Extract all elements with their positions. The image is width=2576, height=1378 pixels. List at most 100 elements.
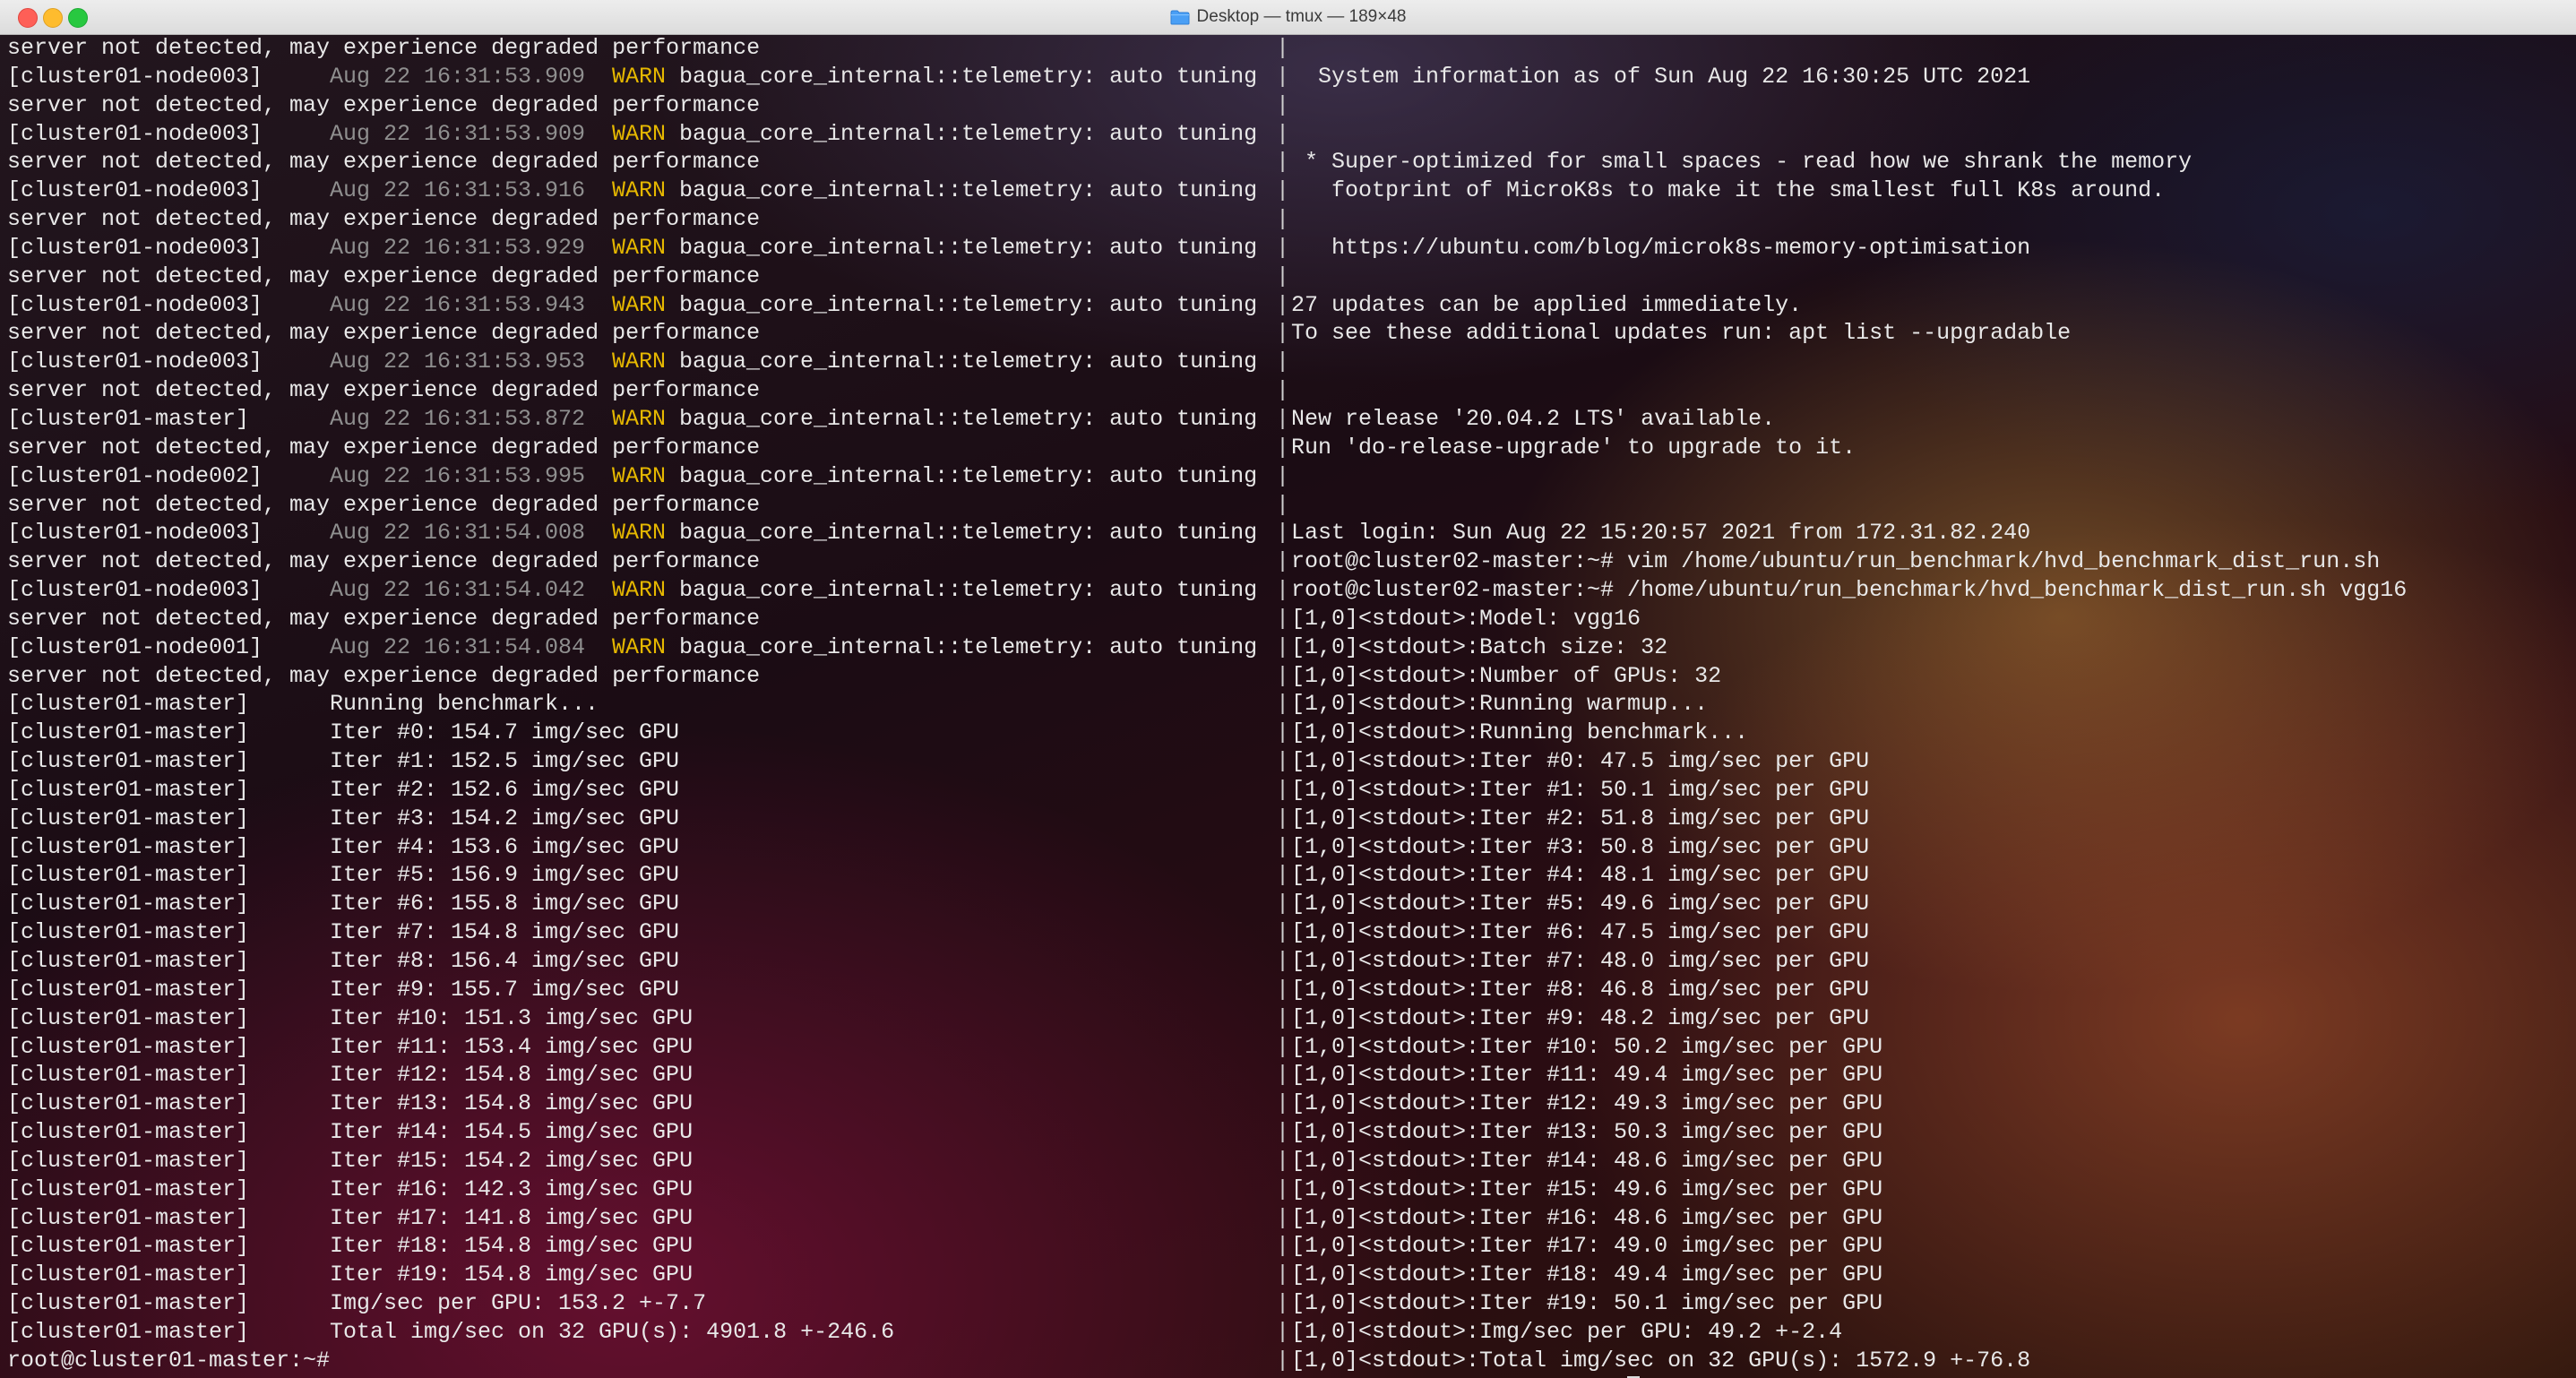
benchmark-line: [cluster01-master] Iter #1: 152.5 img/sec… <box>7 747 1274 776</box>
output-line: [1,0]<stdout>:Iter #10: 50.2 img/sec per… <box>1291 1033 2572 1062</box>
log-message: server not detected, may experience degr… <box>7 548 761 575</box>
node-tag: [cluster01-node003] <box>7 520 263 547</box>
benchmark-line: [cluster01-master] Iter #12: 154.8 img/se… <box>7 1061 1274 1089</box>
log-line: server not detected, may experience degr… <box>7 148 1274 177</box>
node-tag: [cluster01-node003] <box>7 234 263 261</box>
benchmark-text: Iter #8: 156.4 img/sec GPU <box>330 948 680 974</box>
prompt-line[interactable]: root@cluster01-master:~# <box>7 1347 1274 1375</box>
terminal-area[interactable]: server not detected, may experience degr… <box>0 34 2576 1378</box>
output-line: [1,0]<stdout>:Iter #17: 49.0 img/sec per… <box>1291 1232 2572 1261</box>
output-line: [1,0]<stdout>:Iter #19: 50.1 img/sec per… <box>1291 1289 2572 1318</box>
benchmark-text: Iter #0: 154.7 img/sec GPU <box>330 719 680 746</box>
log-line: server not detected, may experience degr… <box>7 376 1274 405</box>
benchmark-line: [cluster01-master] Iter #17: 141.8 img/se… <box>7 1204 1274 1233</box>
output-text: [1,0]<stdout>:Running warmup... <box>1291 691 1709 718</box>
log-level: WARN <box>612 63 667 90</box>
node-tag: [cluster01-master] <box>7 719 250 746</box>
log-level: WARN <box>612 633 667 660</box>
title-wrap: Desktop — tmux — 189×48 <box>0 0 2576 34</box>
benchmark-text: Iter #18: 154.8 img/sec GPU <box>330 1233 694 1260</box>
output-text: [1,0]<stdout>:Iter #5: 49.6 img/sec per … <box>1291 891 1870 917</box>
node-tag: [cluster01-master] <box>7 776 250 803</box>
log-level: WARN <box>612 177 667 204</box>
output-line: [1,0]<stdout>:Iter #15: 49.6 img/sec per… <box>1291 1176 2572 1204</box>
log-message: server not detected, may experience degr… <box>7 263 761 289</box>
output-line: [1,0]<stdout>:Running benchmark... <box>1291 719 2572 747</box>
output-line: [1,0]<stdout>:Iter #12: 49.3 img/sec per… <box>1291 1089 2572 1118</box>
output-text: [1,0]<stdout>:Iter #11: 49.4 img/sec per… <box>1291 1062 1883 1089</box>
node-tag: [cluster01-master] <box>7 833 250 860</box>
output-line: [1,0]<stdout>:Iter #2: 51.8 img/sec per … <box>1291 805 2572 833</box>
log-timestamp: Aug 22 16:31:53.916 <box>330 177 586 204</box>
benchmark-line: [cluster01-master] Iter #4: 153.6 img/sec… <box>7 833 1274 862</box>
benchmark-text: Running benchmark... <box>330 691 599 718</box>
log-line: [cluster01-node001] Aug 22 16:31:54.084 WA… <box>7 633 1274 662</box>
log-message: bagua_core_internal::telemetry: auto tun… <box>679 405 1258 432</box>
benchmark-text: Iter #7: 154.8 img/sec GPU <box>330 919 680 946</box>
log-line: server not detected, may experience degr… <box>7 319 1274 348</box>
benchmark-text: Iter #1: 152.5 img/sec GPU <box>330 748 680 775</box>
benchmark-text: Img/sec per GPU: 153.2 +-7.7 <box>330 1290 707 1317</box>
output-text: [1,0]<stdout>:Iter #6: 47.5 img/sec per … <box>1291 919 1870 946</box>
output-text: [1,0]<stdout>:Number of GPUs: 32 <box>1291 662 1722 689</box>
tmux-pane-right[interactable]: System information as of Sun Aug 22 16:3… <box>1291 34 2572 1378</box>
log-message: server not detected, may experience degr… <box>7 377 761 404</box>
benchmark-line: [cluster01-master] Iter #15: 154.2 img/se… <box>7 1147 1274 1176</box>
log-level: WARN <box>612 462 667 489</box>
log-timestamp: Aug 22 16:31:54.042 <box>330 577 586 604</box>
output-line: New release '20.04.2 LTS' available. <box>1291 405 2572 434</box>
log-message: bagua_core_internal::telemetry: auto tun… <box>679 520 1258 547</box>
output-line: [1,0]<stdout>:Running warmup... <box>1291 690 2572 719</box>
log-message: server not detected, may experience degr… <box>7 206 761 233</box>
output-text: [1,0]<stdout>:Iter #18: 49.4 img/sec per… <box>1291 1262 1883 1288</box>
benchmark-line: [cluster01-master] Iter #6: 155.8 img/sec… <box>7 890 1274 918</box>
output-text: [1,0]<stdout>:Iter #1: 50.1 img/sec per … <box>1291 776 1870 803</box>
benchmark-line: [cluster01-master] Total img/sec on 32 GP… <box>7 1318 1274 1347</box>
log-line: [cluster01-node003] Aug 22 16:31:53.929 WA… <box>7 234 1274 263</box>
node-tag: [cluster01-node003] <box>7 349 263 375</box>
window-title: Desktop — tmux — 189×48 <box>1196 7 1407 26</box>
benchmark-text: Iter #4: 153.6 img/sec GPU <box>330 833 680 860</box>
node-tag: [cluster01-master] <box>7 1204 250 1231</box>
node-tag: [cluster01-node003] <box>7 63 263 90</box>
log-line: [cluster01-node002] Aug 22 16:31:53.995 WA… <box>7 462 1274 491</box>
output-line: [1,0]<stdout>:Img/sec per GPU: 49.2 +-2.… <box>1291 1318 2572 1347</box>
output-line: [1,0]<stdout>:Batch size: 32 <box>1291 633 2572 662</box>
log-line: [cluster01-node003] Aug 22 16:31:53.953 WA… <box>7 348 1274 376</box>
output-line: [1,0]<stdout>:Iter #7: 48.0 img/sec per … <box>1291 947 2572 976</box>
output-line: Run 'do-release-upgrade' to upgrade to i… <box>1291 434 2572 462</box>
log-level: WARN <box>612 520 667 547</box>
log-line: server not detected, may experience degr… <box>7 434 1274 462</box>
node-tag: [cluster01-master] <box>7 1290 250 1317</box>
output-line: https://ubuntu.com/blog/microk8s-memory-… <box>1291 234 2572 263</box>
benchmark-line: [cluster01-master] Iter #13: 154.8 img/se… <box>7 1089 1274 1118</box>
log-timestamp: Aug 22 16:31:53.953 <box>330 349 586 375</box>
node-tag: [cluster01-master] <box>7 976 250 1003</box>
log-level: WARN <box>612 405 667 432</box>
node-tag: [cluster01-master] <box>7 862 250 889</box>
benchmark-text: Iter #11: 153.4 img/sec GPU <box>330 1033 694 1060</box>
output-text: New release '20.04.2 LTS' available. <box>1291 405 1776 432</box>
title-bar[interactable]: Desktop — tmux — 189×48 <box>0 0 2576 35</box>
node-tag: [cluster01-master] <box>7 1147 250 1174</box>
pane-divider[interactable]: | | | | | | | | | | | | | | | | | | | | … <box>1276 34 1291 1378</box>
tmux-pane-left[interactable]: server not detected, may experience degr… <box>7 34 1274 1378</box>
output-line: [1,0]<stdout>:Iter #14: 48.6 img/sec per… <box>1291 1147 2572 1176</box>
output-text: System information as of Sun Aug 22 16:3… <box>1291 63 2031 90</box>
benchmark-line: [cluster01-master] Iter #11: 153.4 img/se… <box>7 1033 1274 1062</box>
output-line: [1,0]<stdout>:Iter #6: 47.5 img/sec per … <box>1291 918 2572 947</box>
benchmark-text: Iter #2: 152.6 img/sec GPU <box>330 776 680 803</box>
node-tag: [cluster01-master] <box>7 1318 250 1345</box>
benchmark-text: Iter #16: 142.3 img/sec GPU <box>330 1176 694 1202</box>
prompt-line[interactable]: root@cluster02-master:~# <box>1291 1375 2572 1378</box>
output-line: [1,0]<stdout>:Iter #16: 48.6 img/sec per… <box>1291 1204 2572 1233</box>
log-line: server not detected, may experience degr… <box>7 491 1274 520</box>
output-text: [1,0]<stdout>:Iter #9: 48.2 img/sec per … <box>1291 1004 1870 1031</box>
log-line: server not detected, may experience degr… <box>7 34 1274 63</box>
benchmark-text: Iter #5: 156.9 img/sec GPU <box>330 862 680 889</box>
output-text: [1,0]<stdout>:Iter #4: 48.1 img/sec per … <box>1291 862 1870 889</box>
node-tag: [cluster01-master] <box>7 1176 250 1202</box>
